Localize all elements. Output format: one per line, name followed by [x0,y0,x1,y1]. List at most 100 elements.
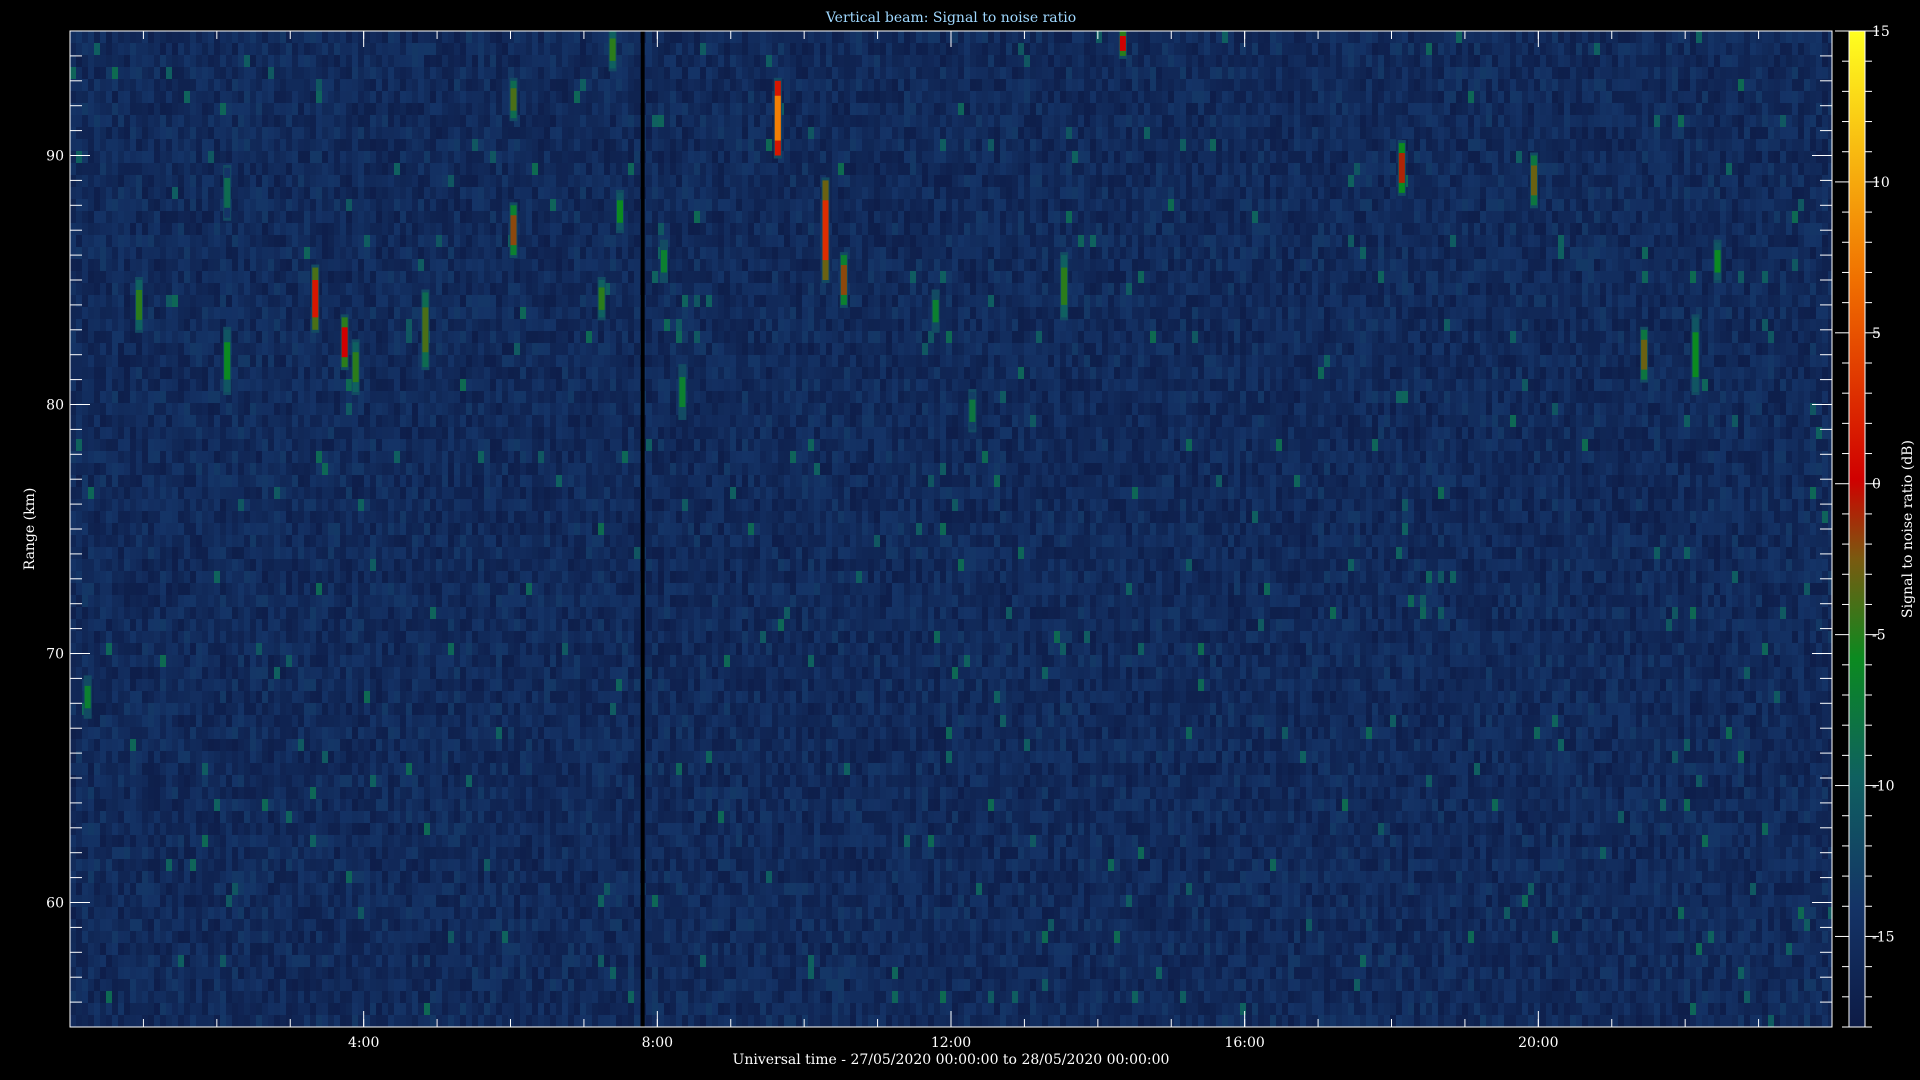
noise-cell [382,403,388,415]
noise-cell [112,43,118,55]
noise-cell [388,235,394,247]
noise-cell [322,463,328,475]
noise-cell [142,547,148,559]
noise-cell [226,883,232,895]
noise-cell [280,931,286,943]
noise-cell [406,559,412,571]
noise-cell [112,667,118,679]
noise-cell [412,247,418,259]
noise-cell [298,223,304,235]
noise-cell [424,607,430,619]
noise-cell [100,1003,106,1015]
noise-cell [274,451,280,463]
noise-cell [190,703,196,715]
noise-cell [178,103,184,115]
noise-cell [400,811,406,823]
noise-cell [166,319,172,331]
noise-cell [172,907,178,919]
noise-cell [364,715,370,727]
noise-cell [196,979,202,991]
noise-cell [184,235,190,247]
noise-cell [292,667,298,679]
noise-cell [154,295,160,307]
noise-cell [124,79,130,91]
noise-cell [346,691,352,703]
noise-cell [406,331,412,343]
noise-cell [178,631,184,643]
noise-cell [214,787,220,799]
noise-cell [100,391,106,403]
noise-cell [136,67,142,79]
noise-cell [142,103,148,115]
noise-cell [364,643,370,655]
noise-cell [340,415,346,427]
noise-cell [130,895,136,907]
noise-cell [346,211,352,223]
noise-cell [232,883,238,895]
noise-cell [142,583,148,595]
noise-cell [172,619,178,631]
noise-cell [76,247,82,259]
noise-cell [190,1015,196,1027]
noise-cell [298,379,304,391]
noise-cell [346,379,352,391]
noise-cell [346,655,352,667]
noise-cell [376,151,382,163]
noise-cell [346,391,352,403]
noise-cell [298,883,304,895]
noise-cell [220,475,226,487]
noise-cell [178,511,184,523]
noise-cell [250,1003,256,1015]
noise-cell [394,979,400,991]
noise-cell [154,775,160,787]
noise-cell [346,811,352,823]
noise-cell [412,403,418,415]
noise-cell [214,811,220,823]
noise-cell [76,811,82,823]
noise-cell [184,199,190,211]
noise-cell [118,523,124,535]
noise-cell [148,127,154,139]
noise-cell [424,127,430,139]
noise-cell [376,259,382,271]
noise-cell [244,931,250,943]
noise-cell [70,799,76,811]
noise-cell [268,655,274,667]
noise-cell [394,607,400,619]
noise-cell [112,295,118,307]
noise-cell [70,835,76,847]
noise-cell [418,967,424,979]
noise-cell [388,907,394,919]
noise-cell [130,175,136,187]
noise-cell [346,475,352,487]
noise-cell [94,955,100,967]
noise-cell [196,823,202,835]
noise-cell [190,547,196,559]
noise-cell [424,535,430,547]
noise-cell [316,607,322,619]
noise-cell [70,667,76,679]
noise-cell [70,439,76,451]
noise-cell [202,247,208,259]
noise-cell [118,451,124,463]
noise-cell [412,151,418,163]
noise-cell [166,931,172,943]
noise-cell [142,763,148,775]
noise-cell [184,187,190,199]
noise-cell [280,835,286,847]
noise-cell [298,259,304,271]
noise-cell [424,823,430,835]
noise-cell [190,775,196,787]
noise-cell [406,583,412,595]
noise-cell [220,907,226,919]
noise-cell [190,955,196,967]
noise-cell [310,751,316,763]
noise-cell [148,151,154,163]
noise-cell [400,175,406,187]
noise-cell [256,775,262,787]
noise-cell [280,619,286,631]
noise-cell [274,247,280,259]
noise-cell [358,199,364,211]
noise-cell [238,739,244,751]
noise-cell [370,379,376,391]
